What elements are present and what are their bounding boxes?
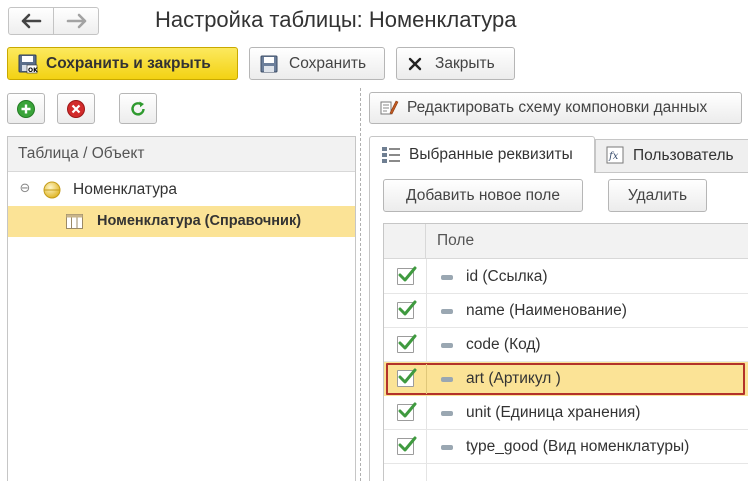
delete-label: Удалить <box>627 186 688 204</box>
floppy-disk-icon <box>260 55 278 72</box>
field-checkbox[interactable] <box>397 266 417 285</box>
attribute-icon <box>441 411 453 416</box>
tab-selected-attributes-label: Выбранные реквизиты <box>409 146 573 163</box>
field-checkbox[interactable] <box>397 436 417 455</box>
grid-header-check-column <box>384 224 426 259</box>
forward-button[interactable] <box>54 8 99 34</box>
field-label: art (Артикул ) <box>466 370 561 387</box>
tree-row-nomenclature-catalog[interactable]: Номенклатура (Справочник) <box>8 206 355 237</box>
remove-row-button[interactable] <box>57 93 95 124</box>
field-checkbox[interactable] <box>397 402 417 421</box>
collapse-icon[interactable]: ⊖ <box>18 181 32 195</box>
tree-row-label: Номенклатура <box>73 181 178 198</box>
tab-user-fields-label: Пользователь <box>633 147 734 164</box>
checkmark-icon <box>398 334 417 350</box>
add-new-field-button[interactable]: Добавить новое поле <box>383 179 583 212</box>
tree-column-header-label: Таблица / Объект <box>18 145 145 162</box>
attribute-icon <box>441 343 453 348</box>
refresh-icon <box>131 101 145 115</box>
tree-row-nomenclature[interactable]: ⊖ Номенклатура <box>8 173 355 206</box>
attribute-icon <box>441 445 453 450</box>
panel-splitter[interactable] <box>360 88 361 481</box>
field-row-art[interactable]: art (Артикул ) <box>384 362 748 396</box>
add-new-field-label: Добавить новое поле <box>406 186 560 204</box>
save-button[interactable]: Сохранить <box>249 47 385 80</box>
checkmark-icon <box>398 300 417 316</box>
attribute-icon <box>441 309 453 314</box>
refresh-button[interactable] <box>119 93 157 124</box>
field-checkbox[interactable] <box>397 368 417 387</box>
back-button[interactable] <box>9 8 54 34</box>
add-row-button[interactable] <box>7 93 45 124</box>
attribute-icon <box>441 275 453 280</box>
field-checkbox[interactable] <box>397 300 417 319</box>
svg-text:OK: OK <box>28 67 38 74</box>
checkmark-icon <box>398 266 417 282</box>
field-label: type_good (Вид номенклатуры) <box>466 438 690 455</box>
save-and-close-button[interactable]: OK Сохранить и закрыть <box>7 47 238 80</box>
tree-column-header: Таблица / Объект <box>8 137 355 172</box>
nav-group <box>8 7 99 35</box>
plus-circle-icon <box>17 99 35 118</box>
field-label: id (Ссылка) <box>466 268 548 285</box>
tab-selected-attributes[interactable]: Выбранные реквизиты <box>369 136 595 173</box>
focused-cell-outline <box>386 363 745 395</box>
save-label: Сохранить <box>289 54 367 72</box>
folder-ball-icon <box>43 181 61 199</box>
checkmark-icon <box>398 402 417 418</box>
attribute-icon <box>441 377 453 382</box>
window-title: Настройка таблицы: Номенклатура <box>155 7 517 32</box>
svg-text:fx: fx <box>608 151 619 162</box>
field-label: code (Код) <box>466 336 541 353</box>
checkmark-icon <box>398 368 417 384</box>
close-label: Закрыть <box>435 54 495 72</box>
fields-grid: Поле id (Ссылка) name (Наименование) cod… <box>383 223 748 481</box>
field-row-unit[interactable]: unit (Единица хранения) <box>384 396 748 430</box>
list-icon <box>382 147 400 163</box>
delete-button[interactable]: Удалить <box>608 179 707 212</box>
field-label: unit (Единица хранения) <box>466 404 641 421</box>
table-object-tree: Таблица / Объект ⊖ Номенклатура Номенкла… <box>7 136 356 481</box>
field-row-type-good[interactable]: type_good (Вид номенклатуры) <box>384 430 748 464</box>
tree-row-label: Номенклатура (Справочник) <box>97 213 302 229</box>
edit-data-composition-schema-label: Редактировать схему компоновки данных <box>407 99 708 116</box>
grid-header: Поле <box>384 224 748 259</box>
grid-header-field-label: Поле <box>437 232 475 249</box>
arrow-right-icon <box>66 13 87 29</box>
field-checkbox[interactable] <box>397 334 417 353</box>
function-fields-icon: fx <box>606 146 624 164</box>
save-ok-icon: OK <box>18 54 38 74</box>
field-row-name[interactable]: name (Наименование) <box>384 294 748 328</box>
tab-user-fields[interactable]: fx Пользователь <box>595 139 748 172</box>
save-and-close-label: Сохранить и закрыть <box>46 54 211 72</box>
cell-divider <box>426 364 427 394</box>
edit-data-composition-schema-button[interactable]: Редактировать схему компоновки данных <box>369 92 742 124</box>
arrow-left-icon <box>21 13 42 29</box>
close-icon <box>408 57 422 70</box>
field-row-id[interactable]: id (Ссылка) <box>384 260 748 294</box>
edit-schema-icon <box>380 100 399 115</box>
checkmark-icon <box>398 436 417 452</box>
table-icon <box>66 214 83 229</box>
remove-circle-icon <box>67 99 85 118</box>
field-label: name (Наименование) <box>466 302 627 319</box>
close-button[interactable]: Закрыть <box>396 47 515 80</box>
field-row-code[interactable]: code (Код) <box>384 328 748 362</box>
